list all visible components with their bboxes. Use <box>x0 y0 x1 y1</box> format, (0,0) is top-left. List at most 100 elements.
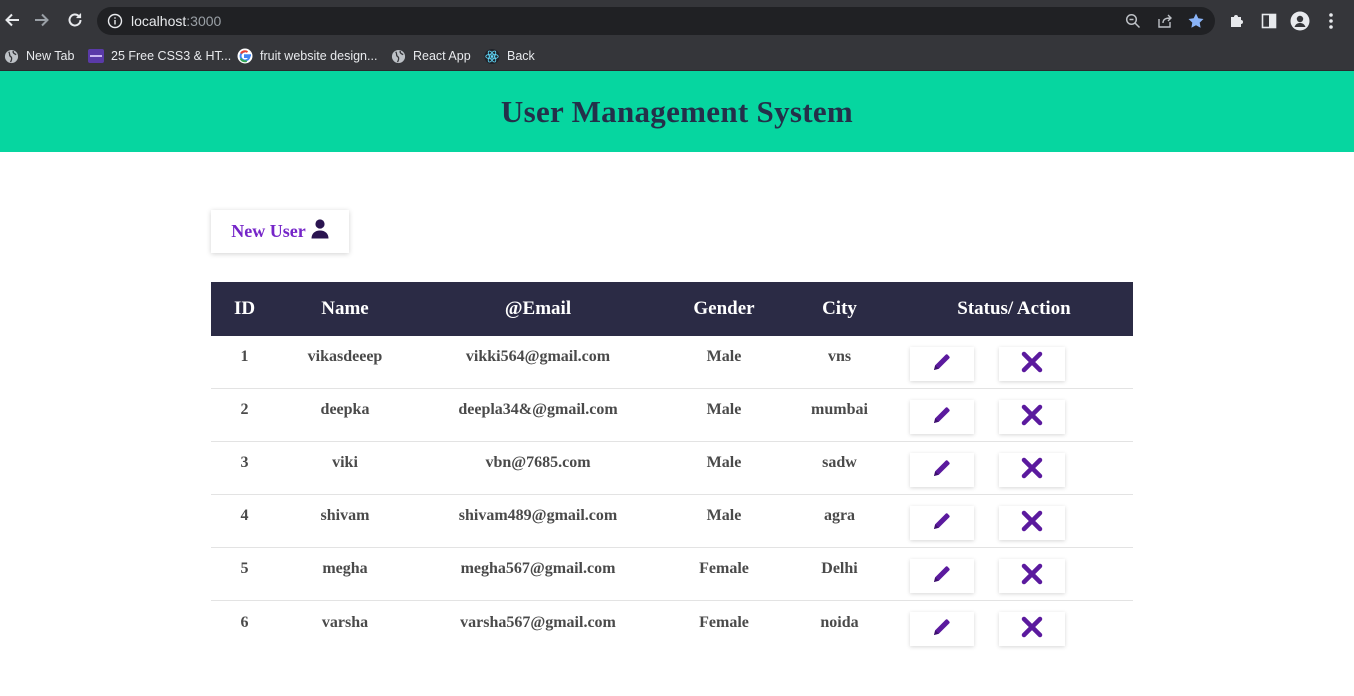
table-row: 5 megha megha567@gmail.com Female Delhi <box>211 548 1133 601</box>
delete-button[interactable] <box>999 347 1065 381</box>
cell-gender: Male <box>706 348 742 365</box>
table-row: 6 varsha varsha567@gmail.com Female noid… <box>211 601 1133 654</box>
extensions-puzzle-icon[interactable] <box>1227 11 1247 31</box>
edit-button[interactable] <box>910 347 974 381</box>
globe-icon <box>3 48 19 64</box>
bookmark-item[interactable]: New Tab <box>3 46 74 66</box>
zoom-icon[interactable] <box>1124 12 1142 30</box>
close-x-icon <box>1021 404 1043 431</box>
side-panel-icon[interactable] <box>1259 11 1279 31</box>
cell-city: Delhi <box>821 560 858 577</box>
new-user-button[interactable]: New User <box>211 210 349 253</box>
cell-gender: Male <box>706 507 742 524</box>
header-id: ID <box>233 298 256 319</box>
edit-button[interactable] <box>910 453 974 487</box>
cell-id: 3 <box>240 454 249 471</box>
cell-email: megha567@gmail.com <box>460 560 616 577</box>
user-icon <box>311 219 329 244</box>
cell-email: deepla34&@gmail.com <box>458 401 618 418</box>
page-title: User Management System <box>500 93 854 129</box>
cell-name: megha <box>322 560 368 577</box>
close-x-icon <box>1021 351 1043 378</box>
delete-button[interactable] <box>999 400 1065 434</box>
edit-button[interactable] <box>910 612 974 646</box>
close-x-icon <box>1021 563 1043 590</box>
cell-name: varsha <box>321 613 369 631</box>
forward-arrow-icon[interactable] <box>31 9 53 31</box>
pencil-icon <box>932 458 952 483</box>
cell-id: 5 <box>240 560 249 577</box>
cell-name: vikasdeeep <box>307 348 383 365</box>
react-icon <box>484 48 500 64</box>
cell-city: noida <box>820 613 859 631</box>
url-text: localhost:3000 <box>131 13 222 29</box>
profile-avatar-icon[interactable] <box>1290 11 1310 31</box>
cell-gender: Male <box>706 454 742 471</box>
users-table: ID Name @Email Gender City Status/ Actio… <box>211 282 1133 654</box>
cell-email: vikki564@gmail.com <box>465 348 611 365</box>
cell-action <box>895 548 1133 600</box>
bookmark-star-icon[interactable] <box>1187 12 1205 30</box>
cell-action <box>895 495 1133 547</box>
cell-action <box>895 389 1133 441</box>
cell-action <box>895 601 1133 654</box>
cell-email: shivam489@gmail.com <box>458 507 618 524</box>
pencil-icon <box>932 511 952 536</box>
close-x-icon <box>1021 510 1043 537</box>
table-body: 1 vikasdeeep vikki564@gmail.com Male vns… <box>211 336 1133 654</box>
edit-button[interactable] <box>910 559 974 593</box>
cell-city: agra <box>823 507 856 524</box>
pencil-icon <box>932 405 952 430</box>
close-x-icon <box>1021 457 1043 484</box>
delete-button[interactable] <box>999 453 1065 487</box>
menu-kebab-icon[interactable] <box>1321 11 1341 31</box>
new-user-label: New User <box>231 221 306 241</box>
share-icon[interactable] <box>1156 12 1174 30</box>
close-x-icon <box>1021 616 1043 643</box>
bookmark-item[interactable]: React App <box>390 46 471 66</box>
globe-icon <box>390 48 406 64</box>
cell-name: shivam <box>320 507 370 524</box>
cell-action <box>895 442 1133 494</box>
cell-email: varsha567@gmail.com <box>460 613 616 631</box>
cell-name: viki <box>332 454 358 471</box>
pencil-icon <box>932 352 952 377</box>
table-header: ID Name @Email Gender City Status/ Actio… <box>211 282 1133 336</box>
pencil-icon <box>932 564 952 589</box>
bookmark-item[interactable]: Back <box>484 46 535 66</box>
cell-city: mumbai <box>811 401 868 418</box>
bookmarks-bar: New Tab 25 Free CSS3 & HT... fruit websi… <box>0 40 1354 71</box>
delete-button[interactable] <box>999 559 1065 593</box>
edit-button[interactable] <box>910 400 974 434</box>
table-row: 2 deepka deepla34&@gmail.com Male mumbai <box>211 389 1133 442</box>
header-name: Name <box>321 298 369 319</box>
table-row: 3 viki vbn@7685.com Male sadw <box>211 442 1133 495</box>
cell-name: deepka <box>320 401 370 418</box>
cell-city: sadw <box>822 454 857 471</box>
pencil-icon <box>932 617 952 642</box>
bookmark-item[interactable]: fruit website design... <box>237 46 377 66</box>
cell-id: 4 <box>240 507 249 524</box>
cell-gender: Female <box>699 560 749 577</box>
cell-id: 6 <box>240 613 249 631</box>
delete-button[interactable] <box>999 506 1065 540</box>
cell-gender: Male <box>706 401 742 418</box>
cell-gender: Female <box>699 613 749 631</box>
header-action: Status/ Action <box>957 298 1071 319</box>
table-row: 4 shivam shivam489@gmail.com Male agra <box>211 495 1133 548</box>
cell-action <box>895 336 1133 388</box>
bookmark-item[interactable]: 25 Free CSS3 & HT... <box>88 46 231 66</box>
back-arrow-icon[interactable] <box>1 9 23 31</box>
cell-id: 2 <box>240 401 249 418</box>
header-city: City <box>822 298 857 319</box>
colorlib-icon <box>88 48 104 64</box>
address-bar[interactable]: localhost:3000 <box>97 7 1215 35</box>
delete-button[interactable] <box>999 612 1065 646</box>
reload-icon[interactable] <box>64 9 86 31</box>
app-header: User Management System <box>0 71 1354 152</box>
cell-email: vbn@7685.com <box>485 454 591 471</box>
table-row: 1 vikasdeeep vikki564@gmail.com Male vns <box>211 336 1133 389</box>
header-email: @Email <box>504 298 572 319</box>
edit-button[interactable] <box>910 506 974 540</box>
site-info-icon[interactable] <box>107 13 123 29</box>
